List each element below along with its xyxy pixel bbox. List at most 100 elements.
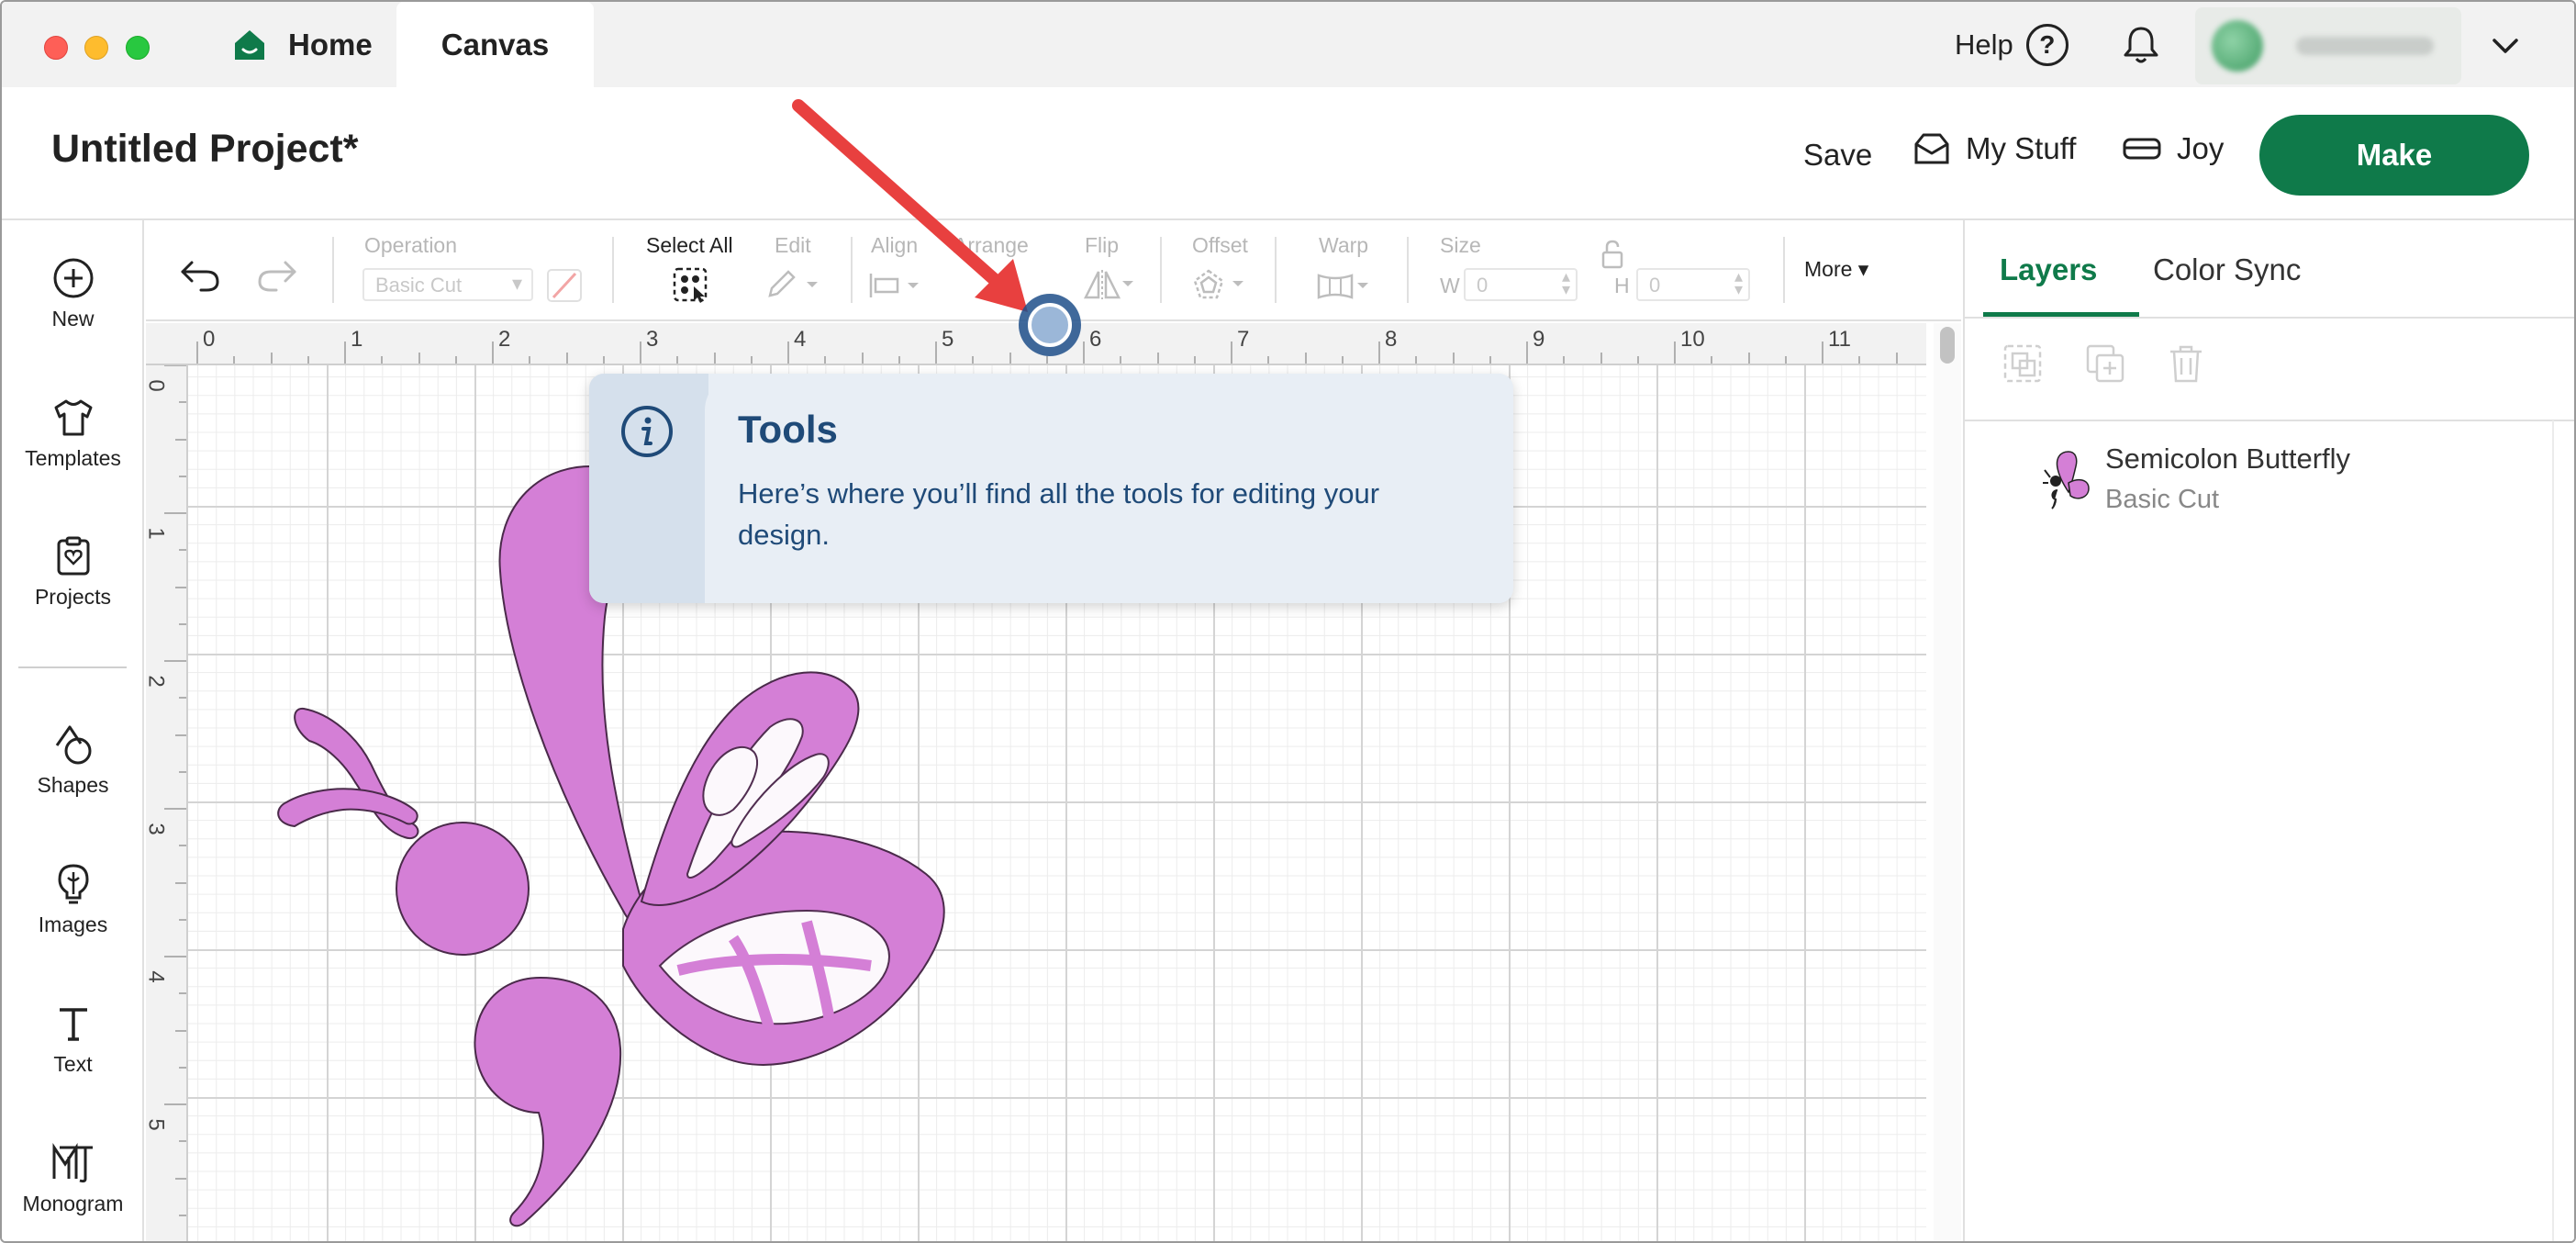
toolbar-divider xyxy=(1783,237,1785,303)
tab-layers[interactable]: Layers xyxy=(2000,252,2097,287)
operation-select[interactable]: Basic Cut ▾ xyxy=(362,268,533,301)
operation-label: Operation xyxy=(364,233,458,257)
size-label: Size xyxy=(1440,233,1481,257)
monogram-icon xyxy=(52,1143,93,1183)
sidebar-item-projects[interactable]: Projects xyxy=(2,535,144,610)
more-button[interactable]: More ▾ xyxy=(1804,257,1868,282)
edit-label: Edit xyxy=(775,233,811,257)
sidebar-item-label: Images xyxy=(38,913,108,936)
flip-icon[interactable] xyxy=(1080,268,1139,301)
vertical-scrollbar[interactable] xyxy=(1934,323,1961,1241)
width-label: W xyxy=(1440,274,1460,297)
tab-home-label: Home xyxy=(288,27,373,62)
joy-label: Joy xyxy=(2177,131,2225,165)
tooltip-title: Tools xyxy=(738,408,838,451)
close-window-button[interactable] xyxy=(44,36,68,60)
caret-down-icon: ▾ xyxy=(1857,257,1869,281)
bell-icon[interactable] xyxy=(2120,24,2162,66)
butterfly-thumbnail-icon xyxy=(2043,451,2090,510)
redo-icon[interactable] xyxy=(256,257,298,294)
trash-icon[interactable] xyxy=(2165,342,2207,385)
help-label: Help xyxy=(1955,28,2013,61)
chevron-down-icon[interactable] xyxy=(2489,29,2522,62)
account-name-redacted xyxy=(2296,37,2434,55)
sidebar-divider xyxy=(18,666,127,668)
lightbulb-icon xyxy=(57,864,89,904)
edit-toolbar: Operation Basic Cut ▾ Select All Edit Al… xyxy=(146,220,1961,321)
operation-value: Basic Cut xyxy=(375,274,463,297)
sidebar-item-label: Templates xyxy=(25,446,121,470)
layer-name: Semicolon Butterfly xyxy=(2105,442,2351,475)
warp-icon[interactable] xyxy=(1315,270,1376,301)
sidebar-item-new[interactable]: New xyxy=(2,257,144,331)
offset-icon[interactable] xyxy=(1192,268,1251,301)
sidebar-item-label: Monogram xyxy=(22,1192,124,1215)
toolbar-divider xyxy=(851,237,853,303)
height-value: 0 xyxy=(1649,274,1661,297)
tab-canvas-label: Canvas xyxy=(440,27,550,62)
tab-canvas[interactable]: Canvas xyxy=(396,2,594,87)
sidebar-item-images[interactable]: Images xyxy=(2,863,144,937)
toolbar-divider xyxy=(332,237,334,303)
account-menu[interactable] xyxy=(2195,7,2461,84)
home-icon xyxy=(235,29,264,60)
layers-scrollbar[interactable] xyxy=(2552,420,2574,1241)
offset-label: Offset xyxy=(1192,233,1248,257)
group-icon[interactable] xyxy=(2002,342,2044,385)
panel-divider xyxy=(1965,420,2574,421)
align-icon[interactable] xyxy=(867,270,926,301)
layer-item[interactable]: Semicolon Butterfly Basic Cut xyxy=(1965,433,2552,525)
toolbar-divider xyxy=(612,237,614,303)
inbox-icon xyxy=(1914,133,1949,164)
toolbar-divider xyxy=(1407,237,1409,303)
sidebar-item-label: New xyxy=(51,307,95,330)
height-label: H xyxy=(1614,274,1630,297)
question-icon: ? xyxy=(2025,24,2069,66)
sidebar-item-label: Shapes xyxy=(37,773,109,797)
sidebar-item-templates[interactable]: Templates xyxy=(2,397,144,471)
sidebar-item-label: Projects xyxy=(34,585,112,609)
flip-label: Flip xyxy=(1085,233,1120,257)
duplicate-icon[interactable] xyxy=(2084,342,2126,385)
text-icon xyxy=(59,1008,87,1041)
toolbar-divider xyxy=(1275,237,1277,303)
left-sidebar: New Templates Projects Shapes Images Tex… xyxy=(2,220,144,1241)
color-swatch-icon[interactable] xyxy=(546,268,583,303)
joy-button[interactable]: Joy xyxy=(2122,131,2224,166)
app-window: Home Canvas Help ? Untitled Project* Sav… xyxy=(0,0,2576,1243)
sidebar-item-text[interactable]: Text xyxy=(2,1002,144,1077)
my-stuff-label: My Stuff xyxy=(1966,131,2077,165)
avatar xyxy=(2212,20,2263,72)
height-input[interactable]: 0 ▴ ▾ xyxy=(1636,268,1750,301)
machine-icon xyxy=(2123,138,2161,160)
tooltip-text: Here’s where you’ll find all the tools f… xyxy=(738,477,1380,551)
scrollbar-thumb[interactable] xyxy=(1940,327,1955,364)
sidebar-item-shapes[interactable]: Shapes xyxy=(2,723,144,798)
panel-divider xyxy=(1965,317,2574,319)
select-all-icon[interactable] xyxy=(672,266,710,305)
stepper-icon: ▴ ▾ xyxy=(1734,267,1743,298)
page-title[interactable]: Untitled Project* xyxy=(51,127,359,172)
sidebar-item-monogram[interactable]: Monogram xyxy=(2,1142,144,1216)
lock-icon[interactable] xyxy=(1600,239,1625,270)
select-all-label: Select All xyxy=(646,233,733,257)
help-button[interactable]: Help ? xyxy=(1955,22,2069,68)
minimize-window-button[interactable] xyxy=(84,36,108,60)
make-button[interactable]: Make xyxy=(2259,115,2529,196)
tab-color-sync[interactable]: Color Sync xyxy=(2153,252,2301,287)
tab-home[interactable]: Home xyxy=(204,2,400,87)
zoom-window-button[interactable] xyxy=(126,36,150,60)
my-stuff-button[interactable]: My Stuff xyxy=(1912,131,2076,166)
undo-icon[interactable] xyxy=(179,257,221,294)
pencil-icon[interactable] xyxy=(764,268,823,301)
plus-circle-icon xyxy=(53,258,93,298)
layer-operation: Basic Cut xyxy=(2105,485,2220,514)
tshirt-icon xyxy=(54,399,92,436)
align-label: Align xyxy=(871,233,919,257)
tools-tooltip: Tools Here’s where you’ll find all the t… xyxy=(589,374,1513,603)
arrange-label: Arrange xyxy=(953,233,1029,257)
save-button[interactable]: Save xyxy=(1803,138,1872,173)
more-label: More xyxy=(1804,257,1853,281)
title-bar: Home Canvas Help ? xyxy=(2,2,2574,87)
width-input[interactable]: 0 ▴ ▾ xyxy=(1464,268,1578,301)
